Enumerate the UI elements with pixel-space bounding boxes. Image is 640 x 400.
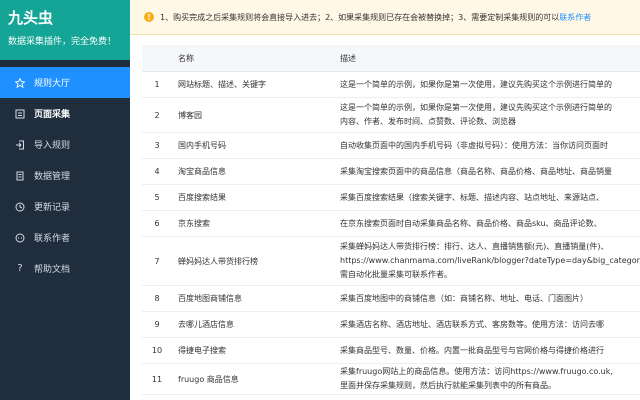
sidebar-item-label: 数据管理 <box>34 172 71 182</box>
rules-table-container: 名称 描述 1 网站标题、描述、关键字 这是一个简单的示例，如果你是第一次使用，建议… <box>142 45 640 395</box>
sidebar: 九头虫 数据采集插件，完全免费！ 规则大厅 页面采集 导入规则 数据管理 更新记… <box>0 0 130 400</box>
table-row[interactable]: 5 百度搜索结果 采集百度搜索结果（搜索关键字、标题、描述内容、站点地址、来源站点、 <box>142 184 640 211</box>
row-description: 在京东搜索页面时自动采集商品名称、商品价格、商品sku、商品评论数、 <box>334 210 640 237</box>
row-description: 采集fruugo网站上的商品信息。使用方法：访问https://www.fruu… <box>334 363 640 395</box>
table-row[interactable]: 4 淘宝商品信息 采集淘宝搜索页面中的商品信息（商品名称、商品价格、商品地址、商品销… <box>142 158 640 185</box>
main-content: ! 1、购买完成之后采集规则将会直接导入进去；2、如果采集规则已存在会被替换掉；… <box>130 0 640 400</box>
row-description: 这是一个简单的示例，如果你是第一次使用，建议先购买这个示例进行简单的 内容、作者、… <box>334 97 640 133</box>
row-description: 采集酒店名称、酒店地址、酒店联系方式、客房数等。使用方法：访问去哪 <box>334 311 640 338</box>
row-index: 9 <box>142 311 172 338</box>
notice-text: 1、购买完成之后采集规则将会直接导入进去；2、如果采集规则已存在会被替换掉；3、… <box>160 12 560 22</box>
table-row[interactable]: 11 fruugo 商品信息 采集fruugo网站上的商品信息。使用方法：访问htt… <box>142 363 640 395</box>
sidebar-item-help-docs[interactable]: ? 帮助文档 <box>0 253 130 284</box>
brand-title: 九头虫 <box>8 9 54 27</box>
row-index: 11 <box>142 363 172 395</box>
description-line: 采集百度地图中的商铺信息（如：商铺名称、地址、电话、门面图片） <box>340 293 588 303</box>
sidebar-item-update-log[interactable]: 更新记录 <box>0 191 130 222</box>
row-name: 去哪儿酒店信息 <box>172 311 334 338</box>
table-row[interactable]: 8 百度地图商铺信息 采集百度地图中的商铺信息（如：商铺名称、地址、电话、门面图片） <box>142 285 640 312</box>
row-name: fruugo 商品信息 <box>172 363 334 395</box>
row-name: 淘宝商品信息 <box>172 158 334 185</box>
description-line: 内容、作者、发布时间、点赞数、评论数、浏览器 <box>340 117 516 126</box>
description-line: 采集商品型号、数量、价格。内置一批商品型号与官网价格与得捷价格进行 <box>340 345 604 355</box>
description-line: 需自动化批量采集可联系作者。 <box>340 270 452 279</box>
sidebar-item-label: 规则大厅 <box>34 79 71 89</box>
row-index: 8 <box>142 285 172 312</box>
row-name: 百度地图商铺信息 <box>172 285 334 312</box>
chat-icon <box>14 232 26 244</box>
row-index: 10 <box>142 337 172 364</box>
sidebar-item-contact-author[interactable]: 联系作者 <box>0 222 130 253</box>
import-icon <box>14 139 26 151</box>
page-collect-icon <box>14 108 26 120</box>
row-name: 国内手机号码 <box>172 132 334 159</box>
name-header: 名称 <box>172 45 334 72</box>
sidebar-item-import-rules[interactable]: 导入规则 <box>0 129 130 160</box>
notice-bar: ! 1、购买完成之后采集规则将会直接导入进去；2、如果采集规则已存在会被替换掉；… <box>130 0 640 35</box>
row-description: 采集淘宝搜索页面中的商品信息（商品名称、商品价格、商品地址、商品销量 <box>334 158 640 185</box>
history-icon <box>14 201 26 213</box>
row-index: 2 <box>142 97 172 133</box>
description-line: 采集蝉妈妈达人带货排行榜：排行、达人、直播销售额(元)、直播销量(件)、 <box>340 242 609 251</box>
description-line: 这是一个简单的示例，如果你是第一次使用，建议先购买这个示例进行简单的 <box>340 103 612 112</box>
brand-subtitle: 数据采集插件，完全免费！ <box>8 37 117 47</box>
row-description: 采集百度地图中的商铺信息（如：商铺名称、地址、电话、门面图片） <box>334 285 640 312</box>
row-description: 这是一个简单的示例，如果你是第一次使用，建议先购买这个示例进行简单的 <box>334 71 640 98</box>
row-index: 7 <box>142 236 172 286</box>
table-row[interactable]: 2 博客园 这是一个简单的示例，如果你是第一次使用，建议先购买这个示例进行简单的 内容… <box>142 97 640 133</box>
description-line: 里面并保存采集规则，然后执行就能采集列表中的所有商品。 <box>340 381 556 390</box>
sidebar-item-data-manage[interactable]: 数据管理 <box>0 160 130 191</box>
row-index: 5 <box>142 184 172 211</box>
description-line: 采集fruugo网站上的商品信息。使用方法：访问https://www.fruu… <box>340 367 613 376</box>
row-name: 京东搜索 <box>172 210 334 237</box>
star-icon <box>14 77 26 89</box>
description-line: 采集酒店名称、酒店地址、酒店联系方式、客房数等。使用方法：访问去哪 <box>340 319 604 329</box>
row-description: 采集百度搜索结果（搜索关键字、标题、描述内容、站点地址、来源站点、 <box>334 184 640 211</box>
table-row[interactable]: 6 京东搜索 在京东搜索页面时自动采集商品名称、商品价格、商品sku、商品评论数、 <box>142 210 640 237</box>
row-description: 采集蝉妈妈达人带货排行榜：排行、达人、直播销售额(元)、直播销量(件)、 http… <box>334 236 640 286</box>
description-line: 采集百度搜索结果（搜索关键字、标题、描述内容、站点地址、来源站点、 <box>340 192 604 202</box>
row-name: 网站标题、描述、关键字 <box>172 71 334 98</box>
row-index: 6 <box>142 210 172 237</box>
row-index: 3 <box>142 132 172 159</box>
table-header-row: 名称 描述 <box>142 45 640 72</box>
rules-table: 名称 描述 1 网站标题、描述、关键字 这是一个简单的示例，如果你是第一次使用，建议… <box>142 45 640 395</box>
sidebar-menu: 规则大厅 页面采集 导入规则 数据管理 更新记录 联系作者 ? 帮助文档 <box>0 67 130 284</box>
sidebar-item-label: 页面采集 <box>34 110 71 120</box>
help-icon: ? <box>17 263 23 274</box>
sidebar-item-page-collect[interactable]: 页面采集 <box>0 98 130 129</box>
description-line: 这是一个简单的示例，如果你是第一次使用，建议先购买这个示例进行简单的 <box>340 79 612 89</box>
index-header <box>142 45 172 72</box>
desc-header: 描述 <box>334 45 640 72</box>
sidebar-item-rules-hall[interactable]: 规则大厅 <box>0 67 130 98</box>
brand-header: 九头虫 数据采集插件，完全免费！ <box>0 0 130 60</box>
table-row[interactable]: 9 去哪儿酒店信息 采集酒店名称、酒店地址、酒店联系方式、客房数等。使用方法：访问去… <box>142 311 640 338</box>
table-row[interactable]: 3 国内手机号码 自动收集页面中的国内手机号码（非虚拟号码）：使用方法：当你访问页面… <box>142 132 640 159</box>
row-index: 1 <box>142 71 172 98</box>
row-name: 百度搜索结果 <box>172 184 334 211</box>
sidebar-item-label: 更新记录 <box>34 203 71 213</box>
warning-icon: ! <box>144 12 154 22</box>
table-row[interactable]: 1 网站标题、描述、关键字 这是一个简单的示例，如果你是第一次使用，建议先购买这个示… <box>142 71 640 98</box>
row-index: 4 <box>142 158 172 185</box>
row-name: 蝉妈妈达人带货排行榜 <box>172 236 334 286</box>
row-description: 采集商品型号、数量、价格。内置一批商品型号与官网价格与得捷价格进行 <box>334 337 640 364</box>
sidebar-item-label: 帮助文档 <box>34 265 71 275</box>
description-line: 自动收集页面中的国内手机号码（非虚拟号码）：使用方法：当你访问页面时 <box>340 140 608 150</box>
sidebar-item-label: 联系作者 <box>34 234 71 244</box>
row-name: 得捷电子搜索 <box>172 337 334 364</box>
sidebar-item-label: 导入规则 <box>34 141 71 151</box>
table-row[interactable]: 10 得捷电子搜索 采集商品型号、数量、价格。内置一批商品型号与官网价格与得捷价格进… <box>142 337 640 364</box>
row-description: 自动收集页面中的国内手机号码（非虚拟号码）：使用方法：当你访问页面时 <box>334 132 640 159</box>
description-line: 在京东搜索页面时自动采集商品名称、商品价格、商品sku、商品评论数、 <box>340 218 602 228</box>
table-row[interactable]: 7 蝉妈妈达人带货排行榜 采集蝉妈妈达人带货排行榜：排行、达人、直播销售额(元)、直… <box>142 236 640 286</box>
description-line: https://www.chanmama.com/liveRank/blogge… <box>340 256 640 265</box>
data-icon <box>14 170 26 182</box>
row-name: 博客园 <box>172 97 334 133</box>
description-line: 采集淘宝搜索页面中的商品信息（商品名称、商品价格、商品地址、商品销量 <box>340 166 612 176</box>
contact-author-link[interactable]: 联系作者 <box>559 12 591 23</box>
